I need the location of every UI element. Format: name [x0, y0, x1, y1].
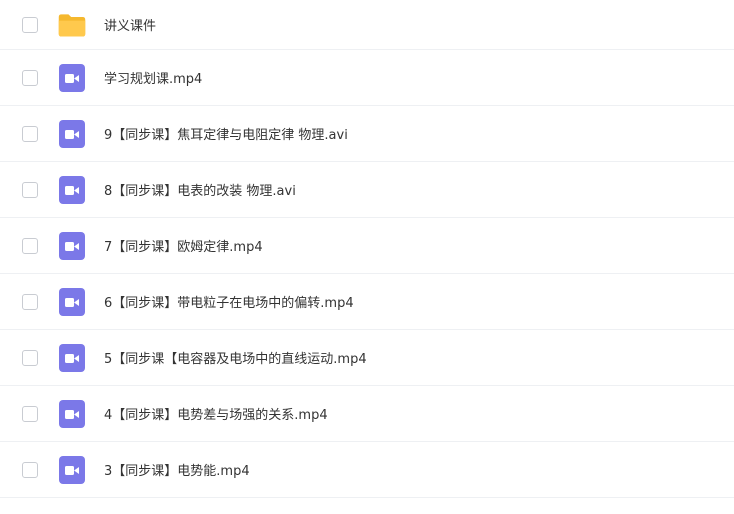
file-name: 3【同步课】电势能.mp4: [104, 464, 250, 479]
row-checkbox[interactable]: [22, 349, 38, 366]
video-file-icon: [57, 399, 87, 429]
row-checkbox[interactable]: [22, 125, 38, 142]
file-name: 4【同步课】电势差与场强的关系.mp4: [104, 408, 328, 423]
row-checkbox[interactable]: [22, 16, 38, 33]
video-file-icon: [57, 175, 87, 205]
video-file-icon: [57, 119, 87, 149]
file-row-video[interactable]: 8【同步课】电表的改装 物理.avi: [0, 162, 734, 218]
video-file-icon: [57, 287, 87, 317]
video-file-icon: [57, 231, 87, 261]
file-row-video[interactable]: 学习规划课.mp4: [0, 50, 734, 106]
file-name: 5【同步课【电容器及电场中的直线运动.mp4: [104, 352, 367, 367]
row-checkbox[interactable]: [22, 69, 38, 86]
video-file-icon: [57, 343, 87, 373]
file-name: 9【同步课】焦耳定律与电阻定律 物理.avi: [104, 128, 348, 143]
video-file-icon: [57, 455, 87, 485]
file-row-video[interactable]: 4【同步课】电势差与场强的关系.mp4: [0, 386, 734, 442]
file-row-video[interactable]: 7【同步课】欧姆定律.mp4: [0, 218, 734, 274]
file-name: 讲义课件: [104, 19, 157, 34]
file-row-folder[interactable]: 讲义课件: [0, 0, 734, 50]
file-name: 6【同步课】带电粒子在电场中的偏转.mp4: [104, 296, 354, 311]
file-name: 7【同步课】欧姆定律.mp4: [104, 240, 263, 255]
file-row-video[interactable]: 5【同步课【电容器及电场中的直线运动.mp4: [0, 330, 734, 386]
file-name: 学习规划课.mp4: [104, 72, 203, 87]
row-checkbox[interactable]: [22, 405, 38, 422]
row-checkbox[interactable]: [22, 293, 38, 310]
row-checkbox[interactable]: [22, 237, 38, 254]
file-row-video[interactable]: 6【同步课】带电粒子在电场中的偏转.mp4: [0, 274, 734, 330]
file-row-video[interactable]: 9【同步课】焦耳定律与电阻定律 物理.avi: [0, 106, 734, 162]
file-row-video[interactable]: 3【同步课】电势能.mp4: [0, 442, 734, 498]
file-list: 讲义课件 学习规划课.mp4 9【同步课】焦耳定律与电阻定律 物理.avi 8【…: [0, 0, 734, 514]
row-checkbox[interactable]: [22, 181, 38, 198]
video-file-icon: [57, 63, 87, 93]
file-name: 8【同步课】电表的改装 物理.avi: [104, 184, 296, 199]
row-checkbox[interactable]: [22, 461, 38, 478]
folder-icon: [57, 10, 87, 40]
